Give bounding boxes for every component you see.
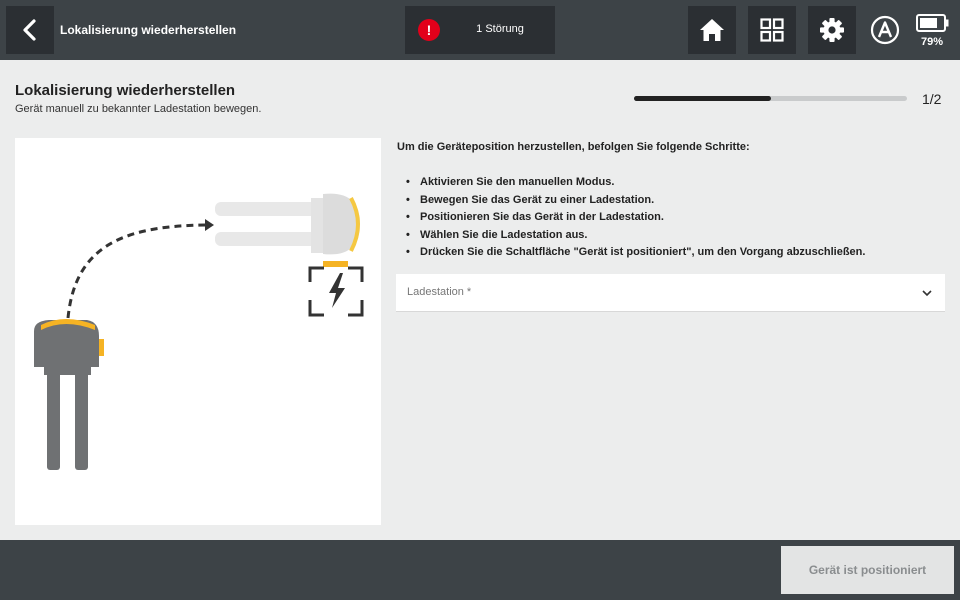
step-counter: 1/2 — [922, 91, 942, 107]
instructions-intro: Um die Geräteposition herzustellen, befo… — [397, 141, 750, 153]
home-button[interactable] — [688, 6, 736, 54]
settings-button[interactable] — [808, 6, 856, 54]
progress-bar — [634, 96, 907, 101]
auto-mode-icon[interactable] — [870, 15, 900, 45]
topbar-title: Lokalisierung wiederherstellen — [60, 23, 237, 37]
back-arrow-icon — [23, 19, 36, 41]
fault-label: 1 Störung — [476, 23, 524, 35]
chevron-down-icon — [922, 290, 932, 297]
grid-icon — [760, 18, 784, 42]
battery-percent: 79% — [920, 36, 944, 48]
select-placeholder: Ladestation * — [407, 286, 472, 298]
charging-station-select[interactable]: Ladestation * — [396, 274, 945, 312]
progress-fill — [634, 96, 771, 101]
home-icon — [700, 19, 724, 41]
top-bar: Lokalisierung wiederherstellen ! 1 Störu… — [0, 0, 960, 60]
back-button[interactable] — [6, 6, 54, 54]
instruction-steps: Aktivieren Sie den manuellen Modus. Bewe… — [404, 174, 865, 262]
instruction-step: Bewegen Sie das Gerät zu einer Ladestati… — [404, 192, 865, 210]
repositioning-illustration — [15, 138, 381, 525]
page-title: Lokalisierung wiederherstellen — [15, 82, 236, 99]
instruction-step: Wählen Sie die Ladestation aus. — [404, 227, 865, 245]
device-target — [215, 193, 360, 255]
instruction-step: Drücken Sie die Schaltfläche "Gerät ist … — [404, 244, 865, 262]
device-positioned-button[interactable]: Gerät ist positioniert — [781, 546, 954, 594]
instruction-step: Positionieren Sie das Gerät in der Lades… — [404, 209, 865, 227]
alert-icon: ! — [418, 19, 440, 41]
arrow-head-icon — [205, 219, 214, 231]
device-current — [34, 319, 104, 470]
charging-station-icon — [308, 261, 364, 317]
apps-grid-button[interactable] — [748, 6, 796, 54]
instruction-step: Aktivieren Sie den manuellen Modus. — [404, 174, 865, 192]
page-subtitle: Gerät manuell zu bekannter Ladestation b… — [15, 103, 262, 115]
gear-icon — [820, 18, 844, 42]
fault-status-button[interactable]: ! 1 Störung — [405, 6, 555, 54]
movement-path — [66, 223, 206, 319]
